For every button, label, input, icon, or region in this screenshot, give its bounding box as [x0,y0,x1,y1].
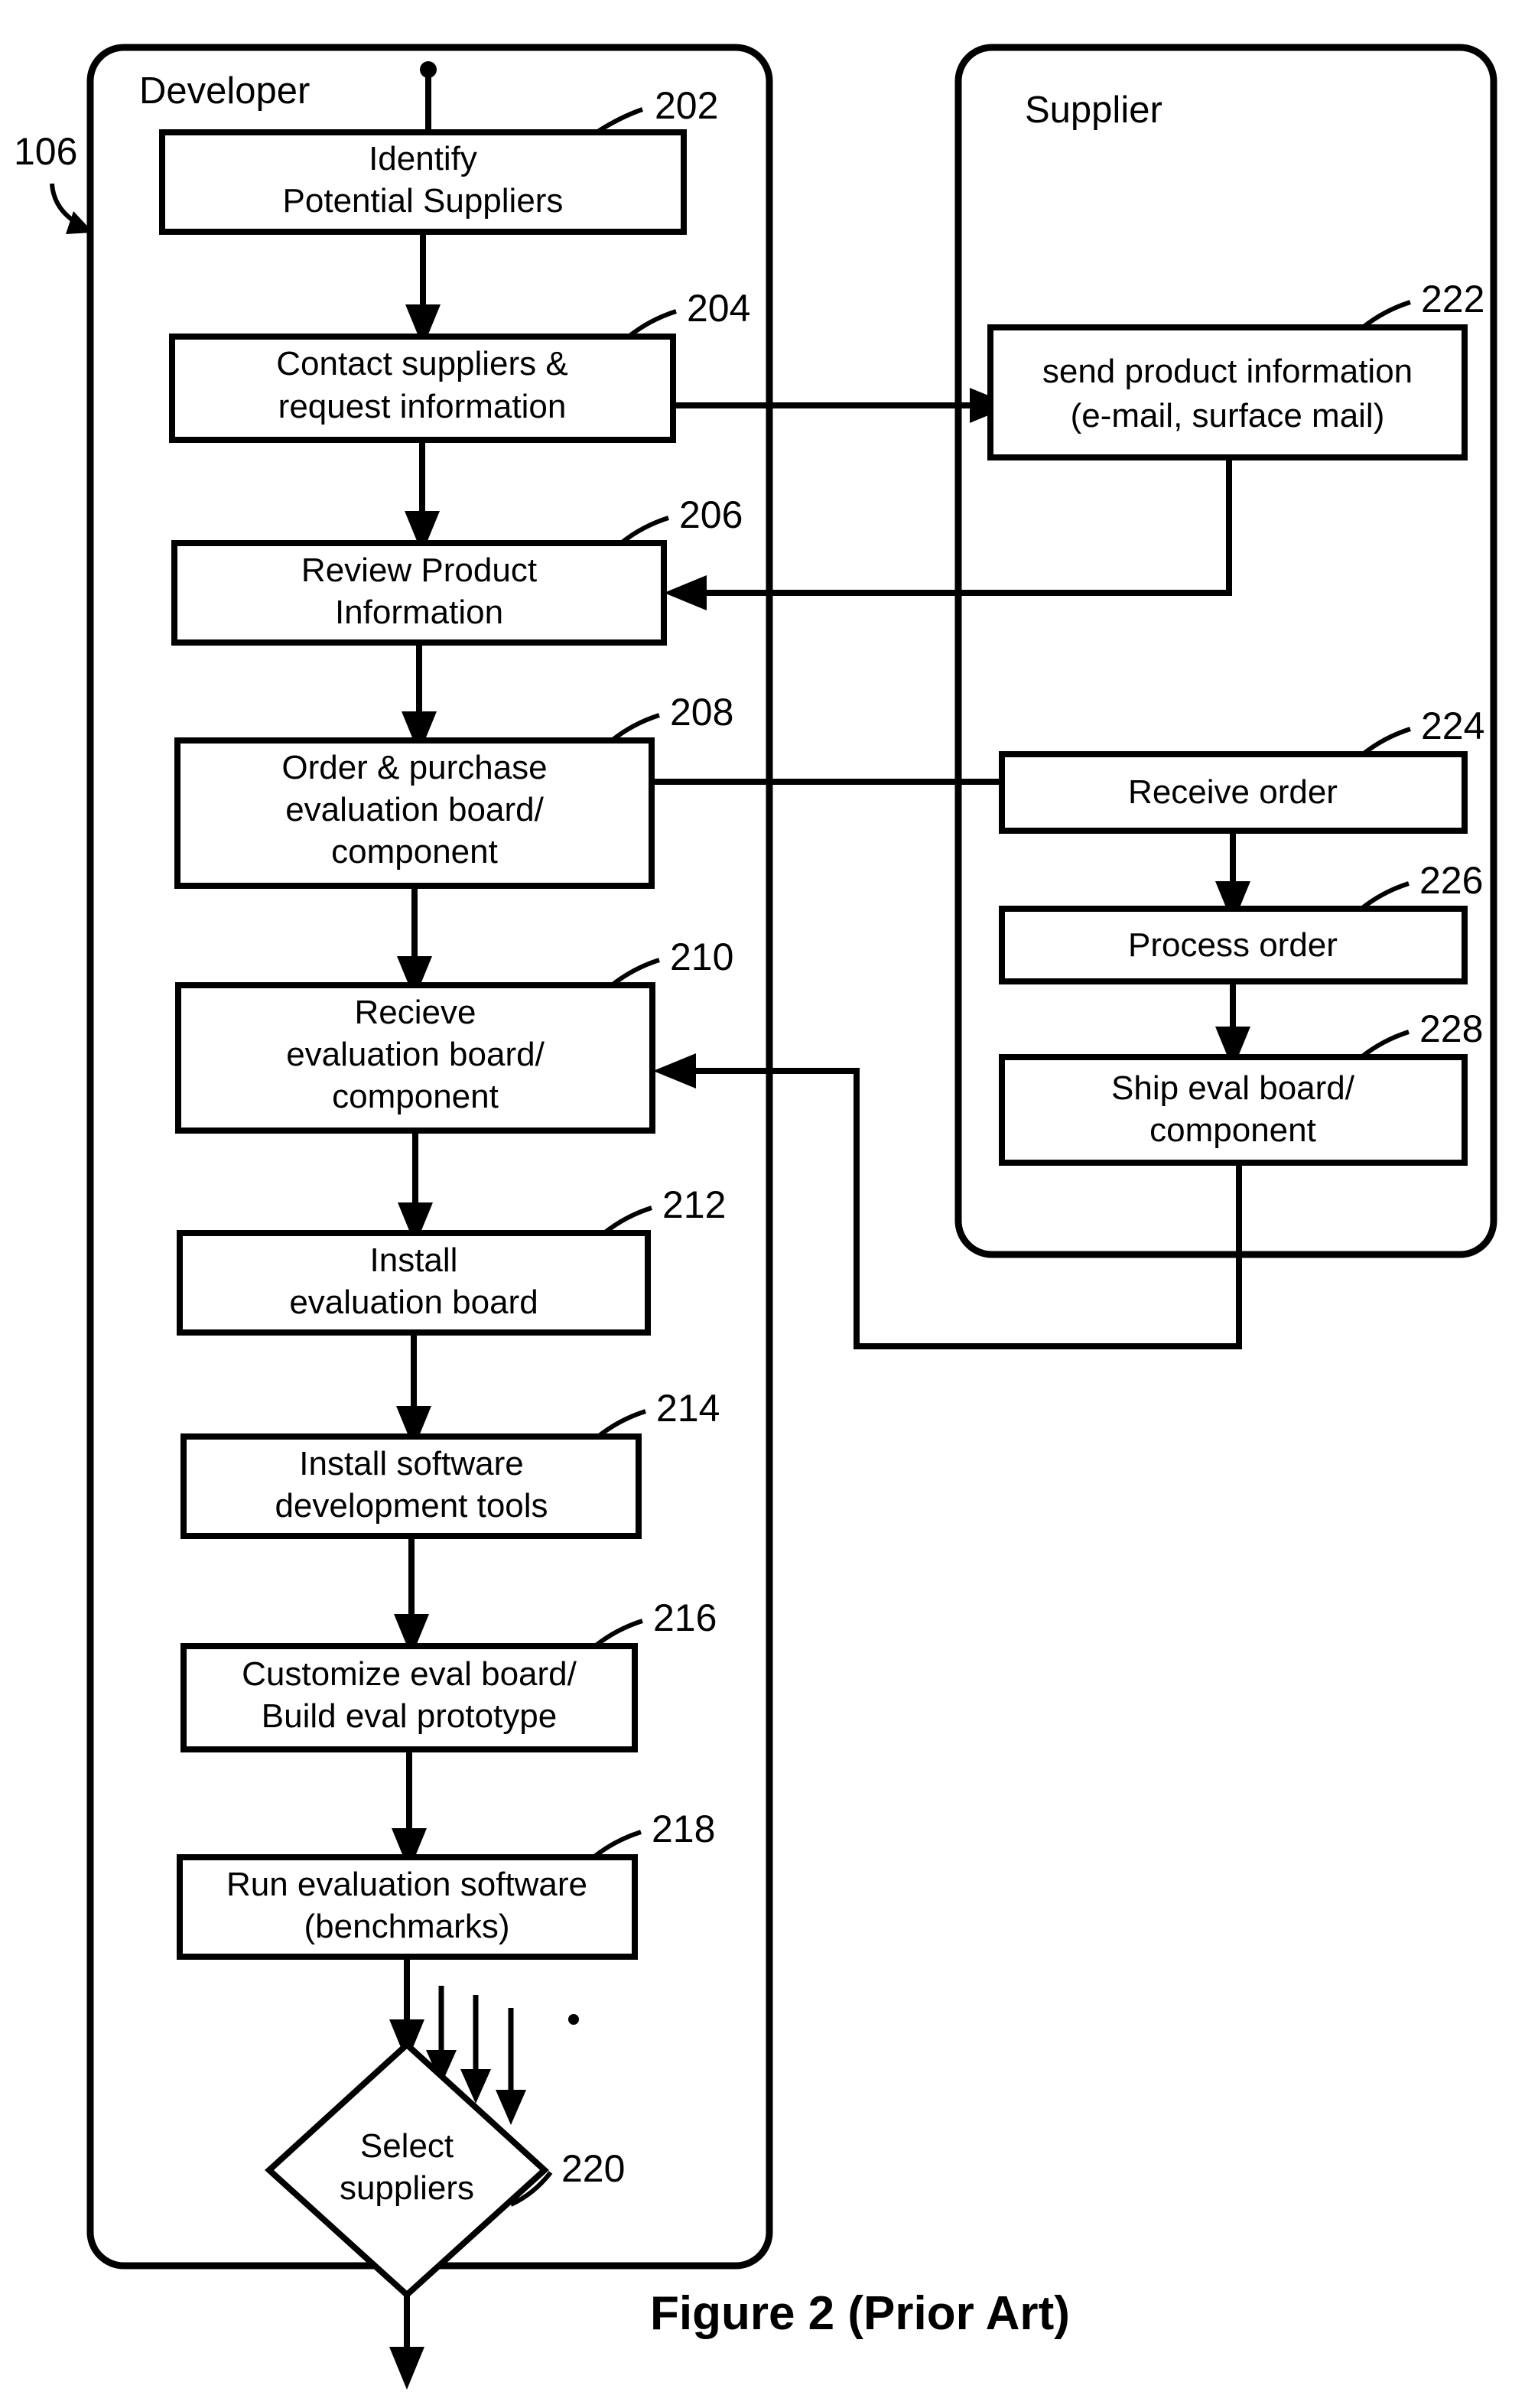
node-204-leader [627,309,677,339]
node-210-line3: component [332,1078,499,1115]
edge-222-to-206 [707,457,1232,596]
node-216-line2: Build eval prototype [262,1697,557,1735]
node-206-line2: Information [335,594,503,631]
node-224-ref: 224 [1421,705,1484,747]
node-228-ref: 228 [1419,1007,1483,1050]
node-206-ref: 206 [679,493,743,536]
node-208-line2: evaluation board/ [285,791,544,828]
node-224-line1: Receive order [1128,773,1338,811]
node-202-line1: Identify [369,140,477,177]
node-202-line2: Potential Suppliers [283,182,564,220]
node-210-ref: 210 [670,936,733,978]
stray-dot-marker [568,2014,579,2025]
node-210-line1: Recieve [355,994,476,1031]
node-204-ref: 204 [687,287,750,330]
node-212-leader [603,1206,652,1235]
node-220-line2: suppliers [340,2169,474,2207]
node-218-leader [592,1830,642,1860]
node-222-line2: (e-mail, surface mail) [1071,397,1385,434]
node-206-leader [619,516,669,545]
figure-caption: Figure 2 (Prior Art) [650,2287,1070,2340]
node-228-line1: Ship eval board/ [1111,1069,1355,1107]
ref-106-label: 106 [14,130,77,173]
node-220-line1: Select [360,2127,454,2165]
node-212-ref: 212 [662,1183,726,1226]
edge-228-to-210-arrowhead [653,1053,696,1088]
node-204-line2: request information [278,388,567,425]
node-214-leader [597,1409,646,1439]
node-208-line1: Order & purchase [281,749,547,786]
edge-220-exit-arrowhead [389,2347,424,2390]
node-218-ref: 218 [652,1808,715,1850]
node-212-line1: Install [370,1241,458,1279]
node-206-line1: Review Product [301,552,537,589]
node-216-ref: 216 [653,1596,717,1639]
figure-canvas: Developer Supplier 106 Identify Potentia… [0,0,1538,2408]
node-202-leader [595,107,643,135]
node-210-line2: evaluation board/ [286,1036,545,1073]
edge-alt-3-arrowhead [496,2090,526,2125]
node-208-leader [610,713,660,743]
node-214-line2: development tools [275,1487,548,1525]
node-224-leader [1361,727,1411,757]
node-204-line1: Contact suppliers & [276,345,568,382]
node-222-leader [1361,300,1411,330]
node-222-ref: 222 [1421,278,1484,321]
edge-222-to-206-arrowhead [664,575,707,610]
node-212-line2: evaluation board [289,1284,538,1321]
node-214-ref: 214 [656,1387,720,1430]
node-218-line2: (benchmarks) [304,1908,510,1945]
node-208-line3: component [331,833,498,870]
node-208-ref: 208 [670,691,733,734]
node-218-line1: Run evaluation software [226,1866,587,1903]
node-222 [987,324,1468,460]
lane-title-supplier: Supplier [1025,89,1162,131]
node-222-line1: send product information [1042,353,1413,390]
flowchart-svg: Developer Supplier 106 Identify Potentia… [14,44,1497,2390]
node-216-line1: Customize eval board/ [242,1655,577,1693]
node-226-line1: Process order [1128,926,1338,964]
node-226-leader [1360,881,1410,911]
node-202-ref: 202 [655,84,718,127]
node-220-ref: 220 [561,2147,625,2190]
lane-title-developer: Developer [139,70,310,112]
node-228-leader [1360,1030,1410,1059]
node-216-leader [593,1619,643,1648]
node-214-line1: Install software [299,1445,523,1482]
node-210-leader [610,958,660,988]
node-228-line2: component [1149,1111,1316,1149]
node-226-ref: 226 [1419,859,1483,902]
